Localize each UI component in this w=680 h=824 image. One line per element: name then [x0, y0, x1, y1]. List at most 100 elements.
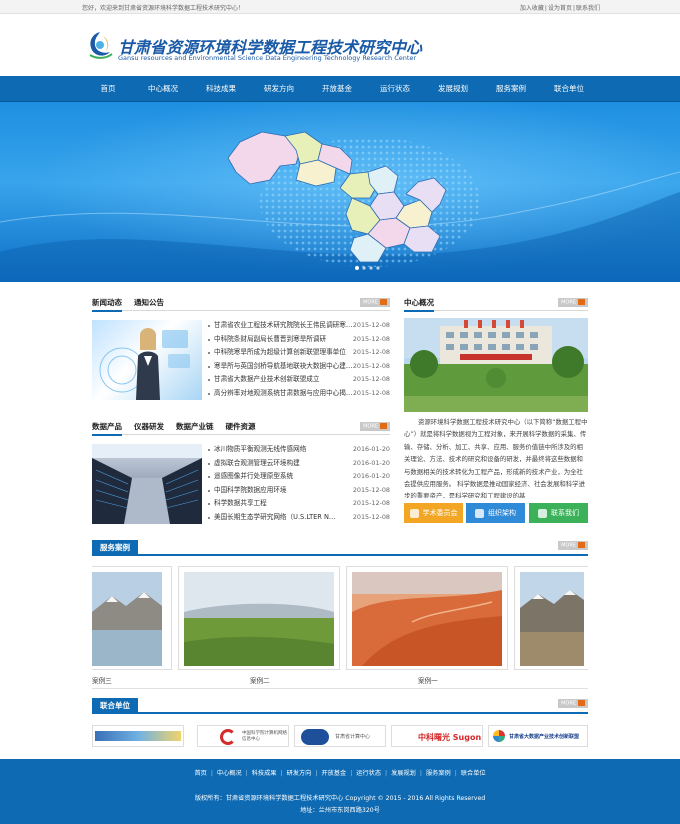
footer-link-partners[interactable]: 联合单位: [461, 770, 486, 777]
list-item[interactable]: 甘肃省农业工程技术研究院院长王伟民调研寒… 2015-12-08: [208, 319, 390, 333]
academic-committee-button[interactable]: 学术委员会: [404, 503, 463, 523]
nav-home[interactable]: 首页: [82, 76, 134, 102]
nav-open-fund[interactable]: 开放基金: [308, 76, 366, 102]
contact-us-link[interactable]: 联系我们: [576, 5, 600, 12]
list-item[interactable]: 甘肃省大数据产业技术创新联盟成立 2015-12-08: [208, 373, 390, 387]
building-image[interactable]: [404, 318, 588, 412]
product-title: 冰川物质平衡观测无线传感网络: [214, 445, 307, 453]
computing-center-logo-icon: [301, 729, 329, 745]
product-date: 2015-12-08: [352, 499, 390, 508]
products-more-button[interactable]: MORE: [360, 422, 390, 431]
news-more-button[interactable]: MORE: [360, 298, 390, 307]
nav-partners[interactable]: 联合单位: [540, 76, 598, 102]
button-label: 组织架构: [488, 509, 516, 517]
list-item[interactable]: 科学数据共享工程 2015-12-08: [208, 497, 390, 511]
site-footer: 首页 | 中心概况 | 科技成果 | 研发方向 | 开放基金 | 运行状态 | 发展规划 | 服务案例 | 联合…: [0, 759, 680, 824]
news-date: 2015-12-08: [352, 361, 390, 370]
list-item[interactable]: 美国长期生态学研究网络（U.S.LTER N… 2015-12-08: [208, 511, 390, 525]
arrow-icon: [380, 299, 387, 305]
footer-link-status[interactable]: 运行状态: [356, 770, 381, 777]
add-favorite-link[interactable]: 加入收藏: [520, 5, 544, 12]
copyright-text: 版权所有：甘肃省资源环境科学数据工程技术研究中心 Copyright © 201…: [194, 795, 486, 802]
nav-achievements[interactable]: 科技成果: [192, 76, 250, 102]
product-date: 2016-01-20: [352, 472, 390, 481]
list-item[interactable]: 中国科学院数据应用环境 2015-12-08: [208, 484, 390, 498]
case-card[interactable]: [92, 566, 172, 670]
footer-link-overview[interactable]: 中心概况: [217, 770, 242, 777]
footer-links: 首页 | 中心概况 | 科技成果 | 研发方向 | 开放基金 | 运行状态 | 发展规划 | 服务案例 | 联合…: [194, 770, 486, 777]
news-image[interactable]: [92, 320, 202, 400]
tab-news[interactable]: 新闻动态: [92, 295, 122, 312]
top-bar: 您好，欢迎来到甘肃省资源环境科学数据工程技术研究中心！ 加入收藏|设为首页|联系…: [0, 0, 680, 14]
footer-link-home[interactable]: 首页: [194, 770, 206, 777]
product-date: 2016-01-20: [352, 445, 390, 453]
cases-more-button[interactable]: MORE: [558, 541, 588, 550]
cases-title: 服务案例: [92, 540, 138, 556]
nav-center-overview[interactable]: 中心概况: [134, 76, 192, 102]
product-title: 科学数据共享工程: [214, 499, 267, 508]
case-label[interactable]: 案例一: [418, 675, 438, 685]
set-homepage-link[interactable]: 设为首页: [548, 5, 572, 12]
tab-instrument-rd[interactable]: 仪器研发: [134, 419, 164, 434]
partner-name: 甘肃省大数据产业技术创新联盟: [509, 734, 580, 740]
hero-banner: [0, 102, 680, 282]
more-label: MORE: [561, 542, 576, 549]
footer-link-research[interactable]: 研发方向: [287, 770, 312, 777]
server-room-image[interactable]: [92, 444, 202, 524]
news-list: 甘肃省农业工程技术研究院院长王伟民调研寒… 2015-12-08 中科院条财局副局…: [208, 319, 390, 401]
case-card[interactable]: [514, 566, 588, 670]
nav-research-direction[interactable]: 研发方向: [250, 76, 308, 102]
list-item[interactable]: 中科院寒旱所成为超级计算创新联盟理事单位 2015-12-08: [208, 346, 390, 360]
partner-logo[interactable]: [92, 725, 184, 747]
arrow-icon: [578, 700, 585, 706]
list-item[interactable]: 虚拟联合观测管理云环境构建 2016-01-20: [208, 457, 390, 471]
case-label[interactable]: 案例三: [92, 675, 112, 685]
list-item[interactable]: 高分辨率对地观测系统甘肃数据与应用中心揭… 2015-12-08: [208, 387, 390, 401]
partner-logo[interactable]: 甘肃省计算中心: [294, 725, 386, 747]
news-title: 中科院条财局副局长曹晋到寒旱所调研: [214, 334, 327, 343]
org-structure-button[interactable]: 组织架构: [466, 503, 525, 523]
list-item[interactable]: 寒旱所与英国剑桥导航基地联袂大数据中心建… 2015-12-08: [208, 360, 390, 374]
list-item[interactable]: 冰川物质平衡观测无线传感网络 2016-01-20: [208, 443, 390, 457]
tab-notices[interactable]: 通知公告: [134, 295, 164, 310]
logo-icon[interactable]: [86, 30, 114, 60]
arrow-icon: [578, 299, 585, 305]
overview-more-button[interactable]: MORE: [558, 298, 588, 307]
partner-logo[interactable]: 中国科学院计算机网络信息中心: [197, 725, 289, 747]
partners-more-button[interactable]: MORE: [558, 699, 588, 708]
partner-logo[interactable]: 中科曙光 Sugon: [391, 725, 483, 747]
contact-button[interactable]: 联系我们: [529, 503, 588, 523]
list-item[interactable]: 中科院条财局副局长曹晋到寒旱所调研 2015-12-08: [208, 333, 390, 347]
overview-tabbar: 中心概况 MORE: [404, 295, 588, 312]
nav-operation-status[interactable]: 运行状态: [366, 76, 424, 102]
tab-data-products[interactable]: 数据产品: [92, 419, 122, 436]
case-card[interactable]: [346, 566, 508, 670]
partners-header: 联合单位 MORE: [92, 698, 588, 714]
news-tabbar: 新闻动态 通知公告 MORE: [92, 295, 390, 312]
news-date: 2015-12-08: [352, 348, 390, 357]
product-date: 2015-12-08: [352, 485, 390, 494]
site-title-english: Gansu resources and Environmental Scienc…: [118, 54, 417, 62]
news-title: 甘肃省农业工程技术研究院院长王伟民调研寒…: [214, 321, 353, 329]
footer-link-achievements[interactable]: 科技成果: [252, 770, 277, 777]
tab-data-industry-chain[interactable]: 数据产业链: [176, 419, 214, 434]
nav-service-cases[interactable]: 服务案例: [482, 76, 540, 102]
news-title: 甘肃省大数据产业技术创新联盟成立: [214, 375, 320, 384]
footer-link-plan[interactable]: 发展规划: [391, 770, 416, 777]
case-card[interactable]: [178, 566, 340, 670]
case-label[interactable]: 案例二: [250, 675, 270, 685]
news-title: 寒旱所与英国剑桥导航基地联袂大数据中心建…: [214, 361, 353, 370]
list-item[interactable]: 遥感图像并行处理原型系统 2016-01-20: [208, 470, 390, 484]
tab-hardware-resources[interactable]: 硬件资源: [226, 419, 256, 434]
footer-link-cases[interactable]: 服务案例: [426, 770, 451, 777]
mountain-lake-photo: [92, 572, 162, 666]
footer-link-fund[interactable]: 开放基金: [321, 770, 346, 777]
tab-center-overview[interactable]: 中心概况: [404, 295, 434, 312]
partner-logo[interactable]: 甘肃省大数据产业技术创新联盟: [488, 725, 588, 747]
cases-header: 服务案例 MORE: [92, 540, 588, 556]
scroll-divider: [92, 688, 588, 689]
nav-development-plan[interactable]: 发展规划: [424, 76, 482, 102]
structure-icon: [475, 508, 484, 518]
snow-mountain-photo: [520, 572, 584, 666]
grassland-photo: [184, 572, 334, 666]
